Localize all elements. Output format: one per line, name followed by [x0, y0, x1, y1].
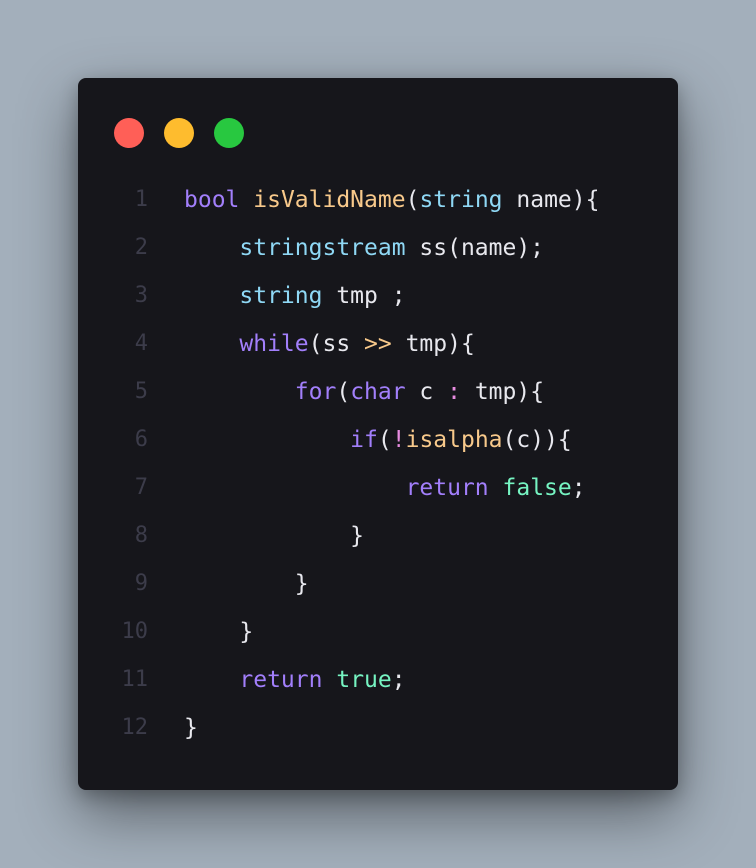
- line-number: 8: [134, 523, 148, 548]
- code-line: 6 if(!isalpha(c)){: [78, 416, 678, 464]
- code-token: true: [336, 667, 392, 693]
- code-line: 7 return false;: [78, 464, 678, 512]
- code-token: :: [447, 379, 461, 405]
- code-token: isValidName: [253, 187, 406, 213]
- code-token: string: [239, 283, 323, 309]
- code-token: !: [391, 427, 406, 453]
- code-token: c: [405, 379, 448, 405]
- code-token: }: [184, 715, 198, 741]
- code-token: (ss: [308, 331, 365, 357]
- code-token: while: [239, 331, 309, 357]
- line-number: 9: [134, 571, 148, 596]
- code-text: stringstream ss(name);: [184, 224, 544, 272]
- code-line: 4 while(ss >> tmp){: [78, 320, 678, 368]
- code-token: if: [350, 427, 378, 453]
- code-text: while(ss >> tmp){: [184, 320, 475, 368]
- code-line: 11 return true;: [78, 656, 678, 704]
- code-line: 12}: [78, 704, 678, 752]
- code-text: }: [184, 560, 309, 608]
- code-text: }: [184, 608, 253, 656]
- code-line: 9 }: [78, 560, 678, 608]
- code-token: ;: [571, 475, 586, 501]
- code-token: ;: [391, 667, 406, 693]
- code-token: (: [336, 379, 351, 405]
- code-token: isalpha: [405, 427, 503, 453]
- line-number: 1: [134, 187, 148, 212]
- code-token: (c)){: [502, 427, 572, 453]
- code-token: (: [405, 187, 420, 213]
- code-text: return true;: [184, 656, 406, 704]
- line-number: 2: [134, 235, 148, 260]
- line-number: 4: [134, 331, 148, 356]
- code-line: 5 for(char c : tmp){: [78, 368, 678, 416]
- code-text: if(!isalpha(c)){: [184, 416, 572, 464]
- code-token: tmp ;: [322, 283, 406, 309]
- code-line: 8 }: [78, 512, 678, 560]
- code-text: }: [184, 512, 364, 560]
- code-line: 3 string tmp ;: [78, 272, 678, 320]
- code-window: 1 bool isValidName(string name){2 strings…: [78, 78, 678, 790]
- code-token: }: [294, 571, 309, 597]
- code-line: 1 bool isValidName(string name){: [78, 176, 678, 224]
- code-token: tmp){: [460, 379, 545, 405]
- code-line: 10 }: [78, 608, 678, 656]
- code-token: false: [502, 475, 572, 501]
- code-token: }: [239, 619, 254, 645]
- code-text: }: [184, 704, 198, 752]
- code-token: bool: [184, 187, 240, 213]
- code-text: for(char c : tmp){: [184, 368, 544, 416]
- code-token: ss(name);: [405, 235, 545, 261]
- line-number: 11: [121, 667, 149, 692]
- code-token: name){: [502, 187, 600, 213]
- close-button[interactable]: [114, 118, 144, 148]
- code-text: string tmp ;: [184, 272, 406, 320]
- code-block: 1 bool isValidName(string name){2 strings…: [78, 176, 678, 752]
- code-token: tmp){: [391, 331, 475, 357]
- code-token: for: [294, 379, 337, 405]
- maximize-button[interactable]: [214, 118, 244, 148]
- line-number: 5: [134, 379, 148, 404]
- code-line: 2 stringstream ss(name);: [78, 224, 678, 272]
- line-number: 12: [121, 715, 149, 740]
- code-token: return: [239, 667, 323, 693]
- code-token: >>: [364, 331, 392, 357]
- line-number: 10: [121, 619, 149, 644]
- code-token: char: [350, 379, 406, 405]
- code-token: stringstream: [239, 235, 406, 261]
- code-text: return false;: [184, 464, 586, 512]
- code-token: (: [377, 427, 392, 453]
- code-token: string: [419, 187, 503, 213]
- minimize-button[interactable]: [164, 118, 194, 148]
- code-token: }: [350, 523, 365, 549]
- code-text: bool isValidName(string name){: [184, 176, 599, 224]
- code-token: return: [405, 475, 489, 501]
- line-number: 6: [134, 427, 148, 452]
- line-number: 3: [134, 283, 148, 308]
- line-number: 7: [134, 475, 148, 500]
